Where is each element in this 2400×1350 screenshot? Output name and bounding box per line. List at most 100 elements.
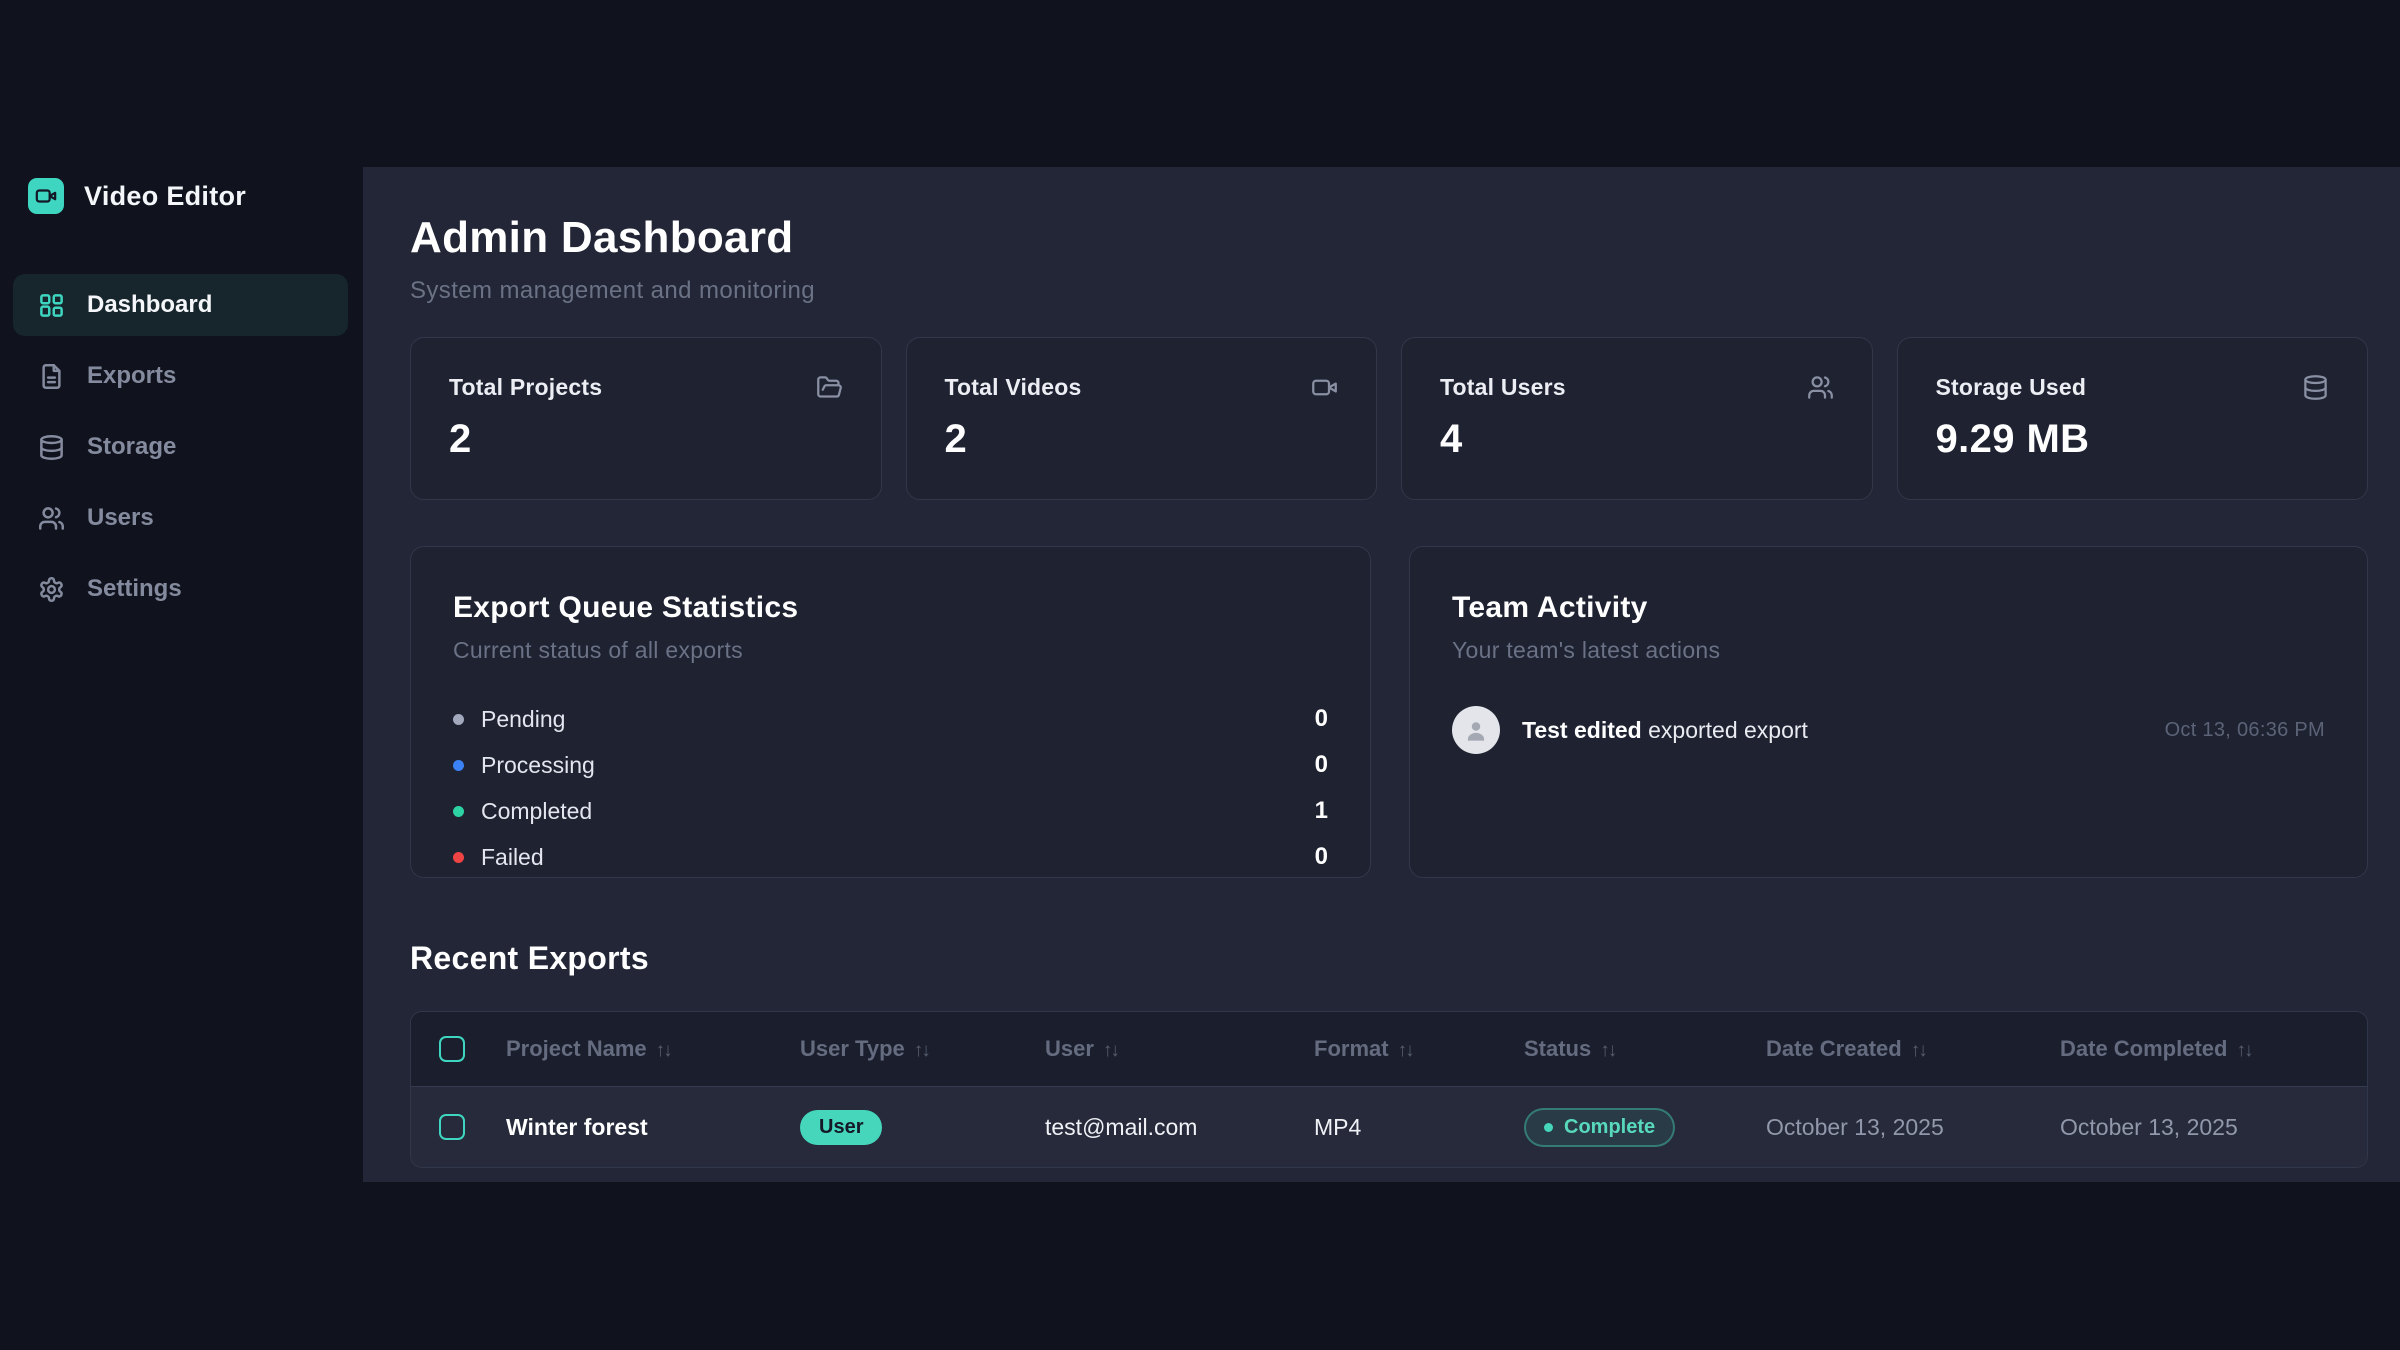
users-icon — [1807, 374, 1834, 401]
database-icon — [2302, 374, 2329, 401]
table-header-row: Project Name↑↓ User Type↑↓ User↑↓ Format… — [411, 1012, 2367, 1086]
column-label: User — [1045, 1036, 1094, 1061]
export-queue-statistics-card: Export Queue Statistics Current status o… — [410, 546, 1371, 878]
activity-text: Test edited exported export — [1522, 717, 1808, 744]
status-dot — [1544, 1123, 1553, 1132]
stat-card-total-videos: Total Videos 2 — [906, 337, 1378, 500]
sidebar-item-label: Users — [87, 504, 154, 532]
row-checkbox[interactable] — [439, 1114, 465, 1140]
queue-label: Completed — [481, 798, 592, 825]
queue-value: 0 — [1315, 705, 1328, 733]
folder-open-icon — [816, 374, 843, 401]
column-header-user-type[interactable]: User Type↑↓ — [800, 1036, 1045, 1062]
activity-timestamp: Oct 13, 06:36 PM — [2165, 719, 2325, 742]
sidebar-item-label: Exports — [87, 362, 176, 390]
activity-action: exported export — [1642, 717, 1808, 743]
sidebar-item-label: Storage — [87, 433, 176, 461]
avatar — [1452, 706, 1500, 754]
column-header-user[interactable]: User ↑↓ — [1045, 1036, 1314, 1062]
stat-value: 2 — [449, 417, 843, 462]
stat-card-total-users: Total Users 4 — [1401, 337, 1873, 500]
recent-exports-title: Recent Exports — [410, 940, 2368, 977]
completed-status-dot — [453, 806, 464, 817]
column-label: Status — [1524, 1036, 1591, 1061]
sidebar-item-settings[interactable]: Settings — [13, 558, 348, 620]
users-icon — [38, 505, 65, 532]
stat-label: Storage Used — [1936, 374, 2087, 401]
stat-card-storage-used: Storage Used 9.29 MB — [1897, 337, 2369, 500]
stat-label: Total Projects — [449, 374, 602, 401]
stat-value: 9.29 MB — [1936, 417, 2330, 462]
queue-label: Processing — [481, 752, 595, 779]
queue-value: 0 — [1315, 843, 1328, 871]
cell-project-name: Winter forest — [506, 1114, 800, 1141]
queue-row-completed: Completed 1 — [453, 788, 1328, 834]
queue-row-processing: Processing 0 — [453, 742, 1328, 788]
sidebar-item-dashboard[interactable]: Dashboard — [13, 274, 348, 336]
stat-cards-row: Total Projects 2 Total Videos 2 — [410, 337, 2368, 500]
processing-status-dot — [453, 760, 464, 771]
team-activity-card: Team Activity Your team's latest actions… — [1409, 546, 2368, 878]
column-label: Format — [1314, 1036, 1389, 1061]
queue-value: 0 — [1315, 751, 1328, 779]
video-camera-icon — [28, 178, 64, 214]
sidebar: Video Editor Dashboard Exports — [0, 0, 363, 1350]
recent-exports-table: Project Name↑↓ User Type↑↓ User↑↓ Format… — [410, 1011, 2368, 1168]
person-icon — [1461, 715, 1491, 745]
card-subtitle: Current status of all exports — [453, 637, 1328, 664]
table-row: Winter forest User test@mail.com MP4 Com… — [411, 1086, 2367, 1167]
sidebar-item-exports[interactable]: Exports — [13, 345, 348, 407]
sidebar-item-storage[interactable]: Storage — [13, 416, 348, 478]
pending-status-dot — [453, 714, 464, 725]
sidebar-nav: Dashboard Exports Storage — [0, 274, 363, 620]
column-header-date-created[interactable]: Date Created ↑↓ — [1766, 1036, 2060, 1062]
status-label: Complete — [1564, 1116, 1655, 1139]
card-subtitle: Your team's latest actions — [1452, 637, 2325, 664]
layout-dashboard-icon — [38, 292, 65, 319]
column-label: Date Created — [1766, 1036, 1902, 1061]
status-badge: Complete — [1524, 1108, 1675, 1147]
column-header-date-completed[interactable]: Date Completed ↑↓ — [2060, 1036, 2367, 1062]
stat-label: Total Videos — [945, 374, 1082, 401]
stat-label: Total Users — [1440, 374, 1566, 401]
cell-status: Complete — [1524, 1108, 1766, 1147]
failed-status-dot — [453, 852, 464, 863]
queue-label: Pending — [481, 706, 565, 733]
sidebar-item-users[interactable]: Users — [13, 487, 348, 549]
queue-value: 1 — [1315, 797, 1328, 825]
cell-date-created: October 13, 2025 — [1766, 1114, 2060, 1141]
column-header-format[interactable]: Format↑↓ — [1314, 1036, 1524, 1062]
column-label: User Type — [800, 1036, 905, 1061]
cell-user-type: User — [800, 1110, 1045, 1145]
column-label: Project Name — [506, 1036, 647, 1061]
activity-item: Test edited exported export Oct 13, 06:3… — [1452, 706, 2325, 754]
column-label: Date Completed — [2060, 1036, 2227, 1061]
database-icon — [38, 434, 65, 461]
column-header-status[interactable]: Status ↑↓ — [1524, 1036, 1766, 1062]
row-checkbox-cell — [411, 1114, 506, 1140]
queue-row-pending: Pending 0 — [453, 696, 1328, 742]
file-text-icon — [38, 363, 65, 390]
sort-icon: ↑↓ — [1911, 1040, 1926, 1061]
header-checkbox-cell — [411, 1036, 506, 1062]
app-name: Video Editor — [84, 181, 246, 212]
queue-label: Failed — [481, 844, 544, 871]
select-all-checkbox[interactable] — [439, 1036, 465, 1062]
activity-actor: Test edited — [1522, 717, 1642, 743]
sort-icon: ↑↓ — [2236, 1040, 2251, 1061]
stat-value: 2 — [945, 417, 1339, 462]
sort-icon: ↑↓ — [1103, 1040, 1118, 1061]
stat-value: 4 — [1440, 417, 1834, 462]
cell-format: MP4 — [1314, 1114, 1524, 1141]
sidebar-item-label: Settings — [87, 575, 182, 603]
sidebar-item-label: Dashboard — [87, 291, 212, 319]
page-subtitle: System management and monitoring — [410, 277, 2368, 305]
queue-rows: Pending 0 Processing 0 Completed 1 Faile… — [453, 696, 1328, 880]
video-camera-icon — [1311, 374, 1338, 401]
sort-icon: ↑↓ — [1600, 1040, 1615, 1061]
cell-user-email: test@mail.com — [1045, 1114, 1314, 1141]
page-title: Admin Dashboard — [410, 213, 2368, 263]
queue-row-failed: Failed 0 — [453, 834, 1328, 880]
column-header-project-name[interactable]: Project Name↑↓ — [506, 1036, 800, 1062]
stat-card-total-projects: Total Projects 2 — [410, 337, 882, 500]
